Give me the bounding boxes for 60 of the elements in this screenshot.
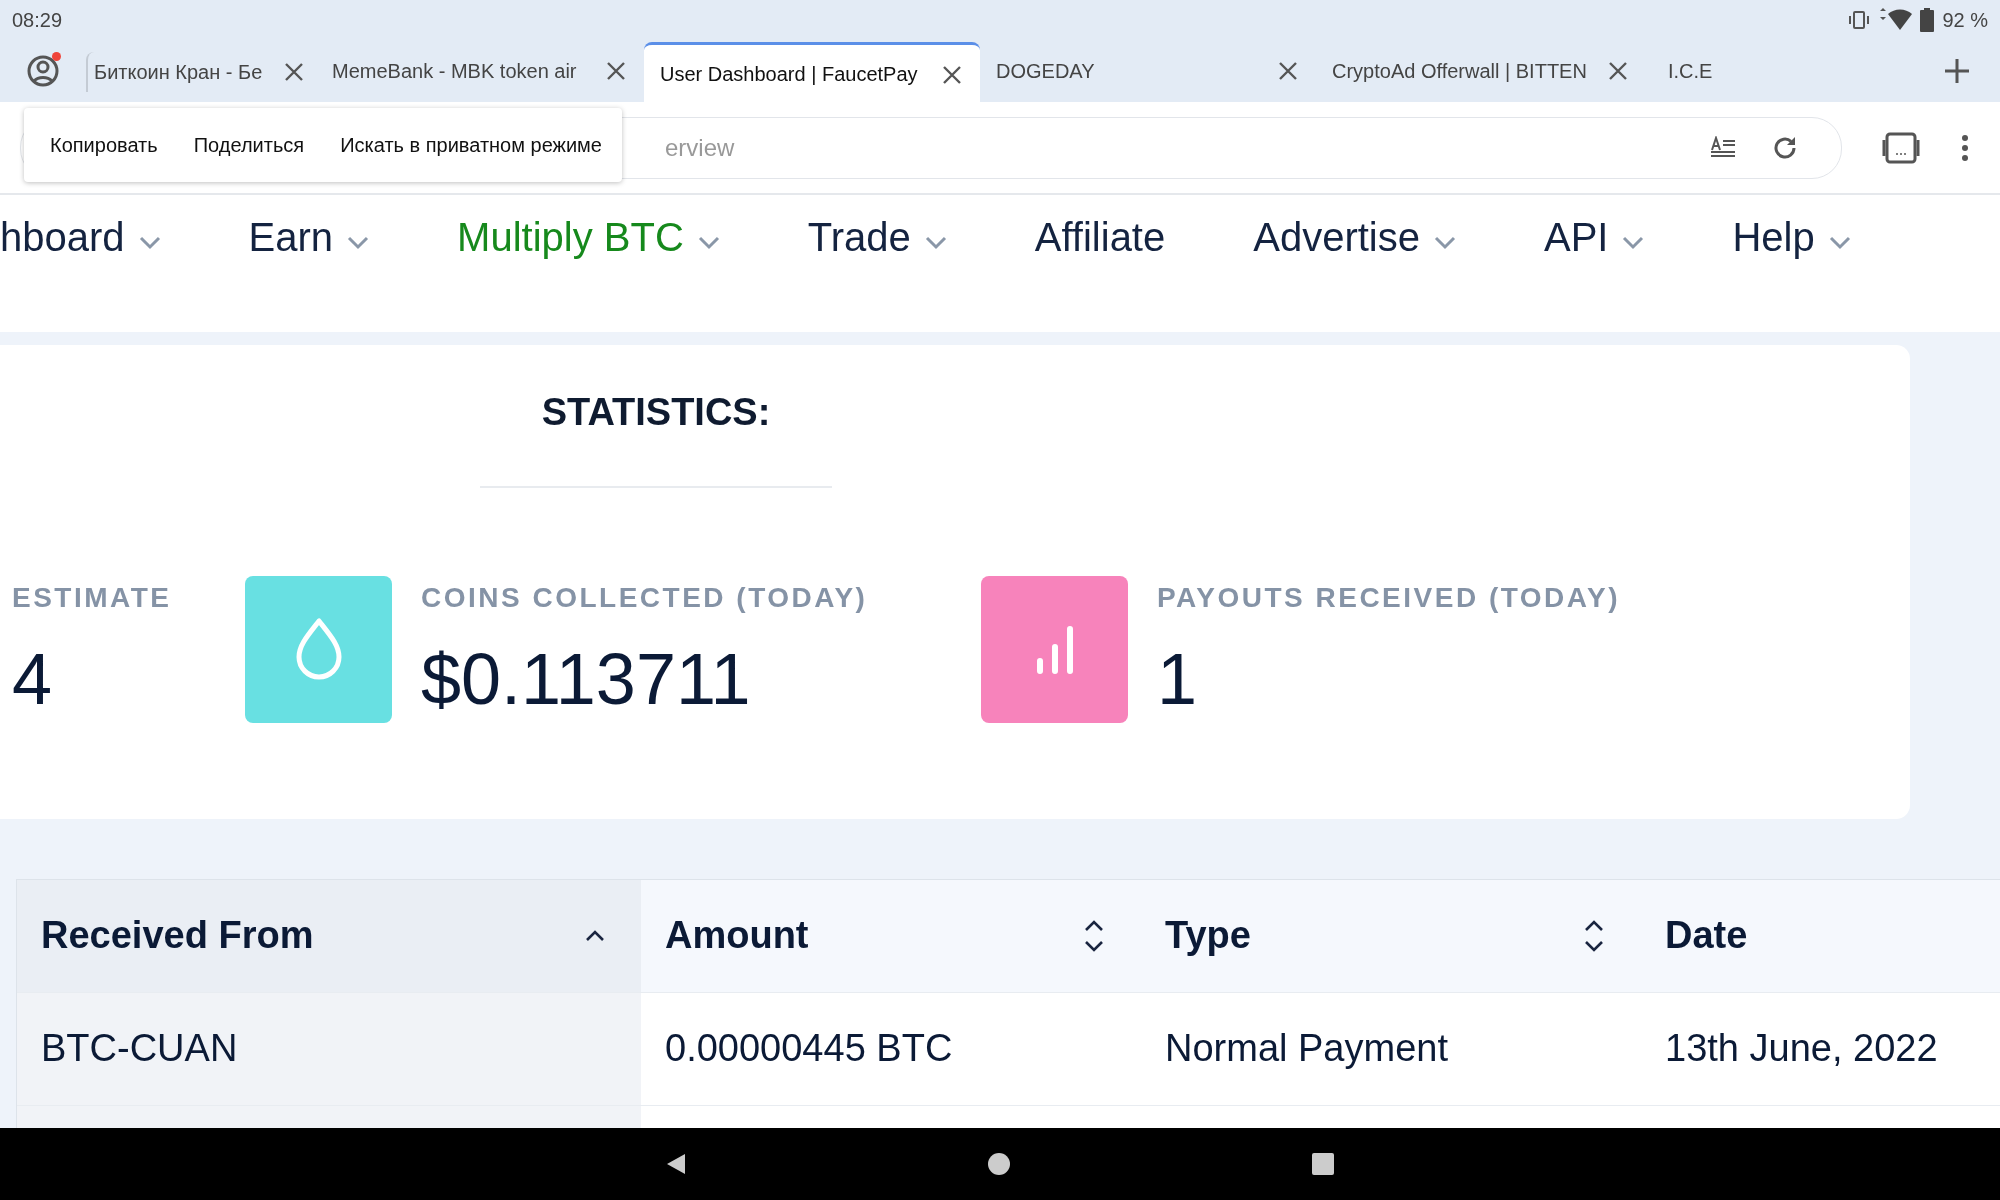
- sort-icon[interactable]: [1583, 919, 1605, 952]
- tab-title: DOGEDAY: [996, 59, 1096, 83]
- reader-mode-icon[interactable]: [1709, 135, 1737, 160]
- close-icon[interactable]: [606, 61, 626, 81]
- statistics-title: STATISTICS:: [540, 391, 772, 434]
- battery-icon: [1920, 8, 1935, 32]
- battery-percent: 92 %: [1942, 8, 1988, 32]
- column-header[interactable]: Date: [1641, 880, 2000, 992]
- sort-icon[interactable]: [1083, 919, 1105, 952]
- nav-link[interactable]: Affiliate: [1034, 207, 1254, 267]
- vibrate-icon: [1848, 9, 1871, 31]
- tab-switcher-icon[interactable]: [1882, 131, 1920, 164]
- table-cell: 0.00000445 BTC: [641, 992, 1141, 1105]
- nav-link[interactable]: Earn: [248, 207, 458, 267]
- browser-tab[interactable]: I.C.E: [1646, 42, 1846, 100]
- back-icon[interactable]: [665, 1152, 687, 1176]
- column-header[interactable]: Received From: [17, 880, 641, 992]
- browser-tab[interactable]: User Dashboard | FaucetPay: [644, 42, 980, 104]
- nav-link[interactable]: Trade: [807, 207, 1035, 267]
- browser-tab[interactable]: CryptoAd Offerwall | BITTEN: [1316, 42, 1646, 100]
- nav-link[interactable]: Help: [1732, 207, 1939, 267]
- profile-icon: [26, 54, 60, 88]
- table-cell: 13th June, 2022: [1641, 992, 2000, 1105]
- tab-title: I.C.E: [1668, 59, 1714, 83]
- nav-link[interactable]: hboard: [0, 207, 249, 267]
- more-menu-icon[interactable]: [1960, 134, 1970, 161]
- table-cell: Normal Payment: [1141, 992, 1641, 1105]
- stat-label: ESTIMATE: [12, 582, 172, 614]
- close-icon[interactable]: [284, 62, 304, 82]
- browser-tab[interactable]: DOGEDAY: [980, 42, 1316, 100]
- column-header[interactable]: Type: [1141, 880, 1641, 992]
- close-icon[interactable]: [942, 64, 962, 85]
- menu-item[interactable]: Поделиться: [193, 133, 305, 157]
- tab-title: User Dashboard | FaucetPay: [660, 63, 919, 86]
- stat-label: PAYOUTS RECEIVED (TODAY): [1157, 582, 1620, 614]
- nav-link[interactable]: Multiply BTC: [457, 207, 808, 267]
- browser-tab[interactable]: MemeBank - MBK token air: [322, 42, 644, 100]
- column-header[interactable]: Amount: [641, 880, 1141, 992]
- nav-link[interactable]: Advertise: [1253, 207, 1544, 267]
- stat-label: COINS COLLECTED (TODAY): [421, 582, 868, 614]
- close-icon[interactable]: [1278, 61, 1298, 81]
- recents-icon[interactable]: [1311, 1152, 1335, 1176]
- nav-link[interactable]: API: [1544, 207, 1733, 267]
- bar-chart-icon: [1035, 624, 1074, 675]
- table-cell: BTC-CUAN: [17, 992, 641, 1105]
- stat-value: $0.113711: [421, 638, 752, 720]
- menu-item[interactable]: Копировать: [50, 133, 158, 157]
- sort-up-icon[interactable]: [585, 929, 605, 942]
- new-tab-icon[interactable]: [1944, 58, 1970, 84]
- tab-title: Биткоин Кран - Бе: [94, 60, 264, 84]
- tab-title: MemeBank - MBK token air: [332, 59, 578, 83]
- tab-title: CryptoAd Offerwall | BITTEN: [1332, 59, 1588, 83]
- close-icon[interactable]: [1608, 61, 1628, 81]
- menu-item[interactable]: Искать в приватном режиме: [340, 133, 602, 157]
- home-icon[interactable]: [987, 1152, 1011, 1176]
- clock: 08:29: [12, 8, 63, 32]
- stat-value: 1: [1157, 638, 1199, 720]
- wifi-icon: [1878, 8, 1913, 32]
- browser-tab[interactable]: Биткоин Кран - Бе: [86, 52, 322, 92]
- stat-value: 4: [12, 638, 54, 720]
